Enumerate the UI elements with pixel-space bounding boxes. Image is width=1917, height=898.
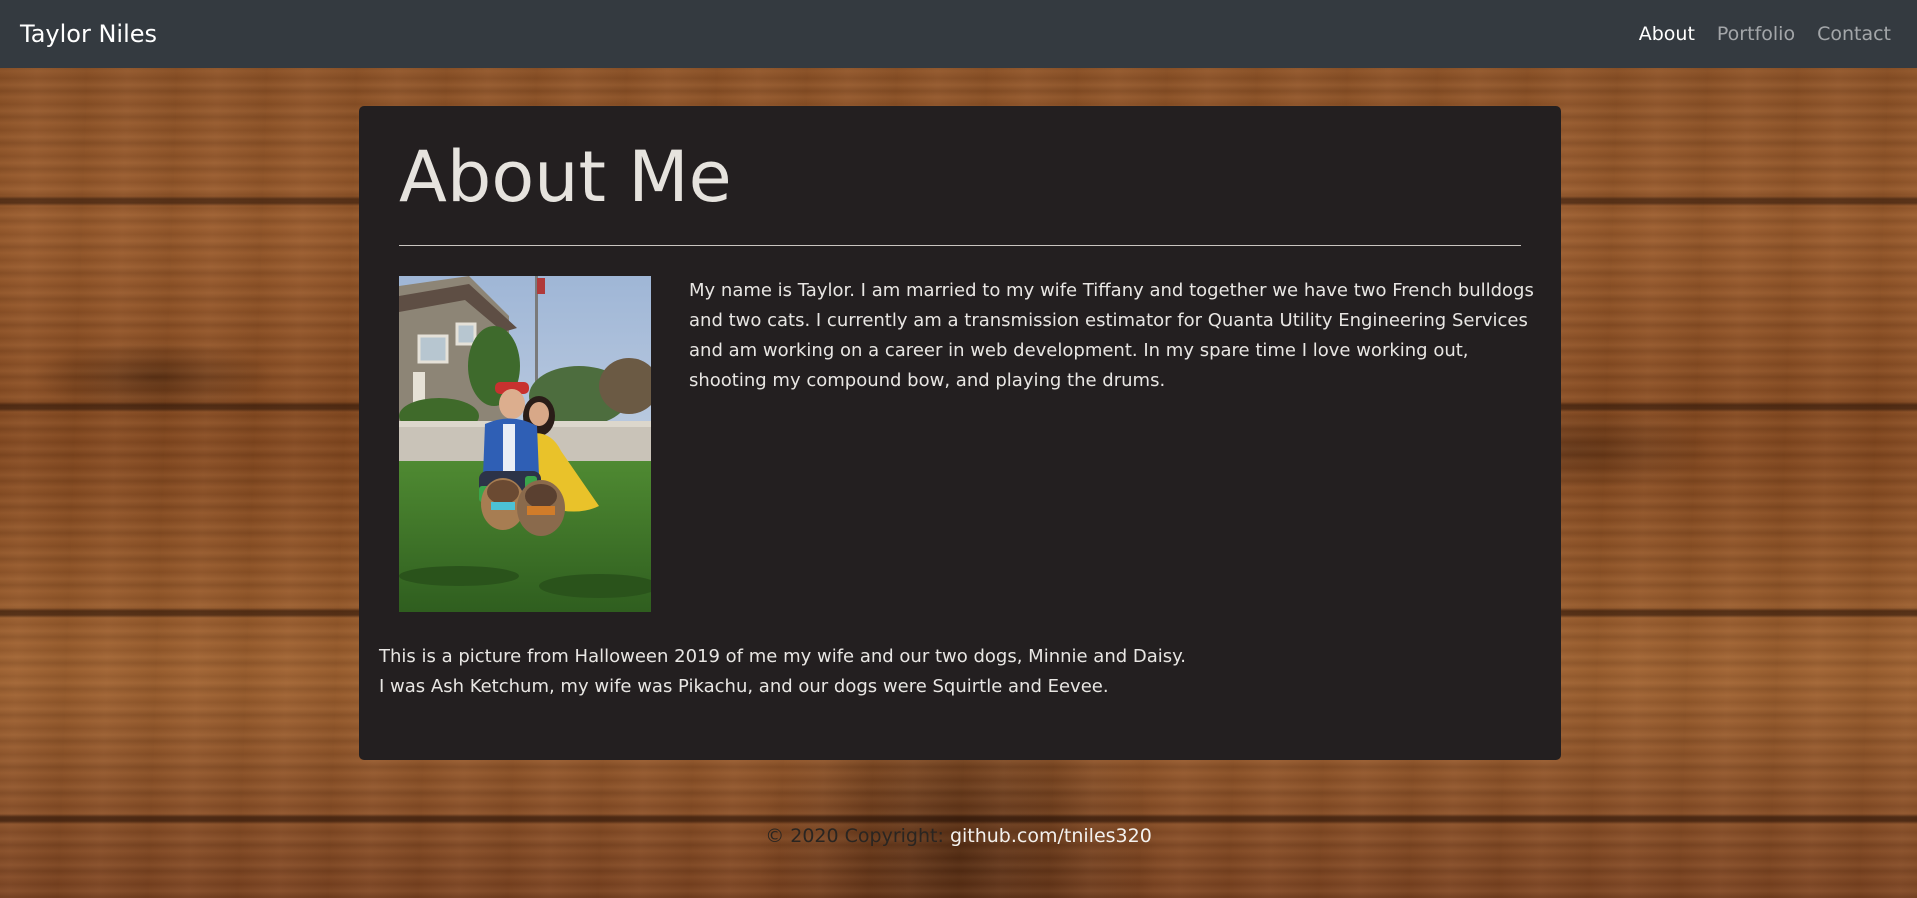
page-title: About Me — [399, 136, 732, 218]
family-photo — [399, 276, 651, 612]
bio-text: My name is Taylor. I am married to my wi… — [689, 280, 1534, 391]
nav-portfolio-link[interactable]: Portfolio — [1717, 20, 1795, 48]
github-link[interactable]: github.com/tniles320 — [950, 825, 1152, 847]
page-footer: © 2020 Copyright: github.com/tniles320 — [0, 822, 1917, 850]
nav-about-link[interactable]: About — [1639, 20, 1695, 48]
brand-link[interactable]: Taylor Niles — [20, 18, 157, 50]
caption-line-2: I was Ash Ketchum, my wife was Pikachu, … — [379, 676, 1109, 697]
copyright-text: © 2020 Copyright: — [765, 825, 944, 847]
nav-contact-link[interactable]: Contact — [1817, 20, 1891, 48]
top-navbar: Taylor Niles About Portfolio Contact — [0, 0, 1917, 68]
nav-links: About Portfolio Contact — [1639, 20, 1891, 48]
about-card: About Me My name is Taylor. I am married… — [359, 106, 1561, 760]
photo-caption: This is a picture from Halloween 2019 of… — [379, 642, 1539, 702]
title-divider — [399, 245, 1521, 246]
caption-line-1: This is a picture from Halloween 2019 of… — [379, 646, 1186, 667]
